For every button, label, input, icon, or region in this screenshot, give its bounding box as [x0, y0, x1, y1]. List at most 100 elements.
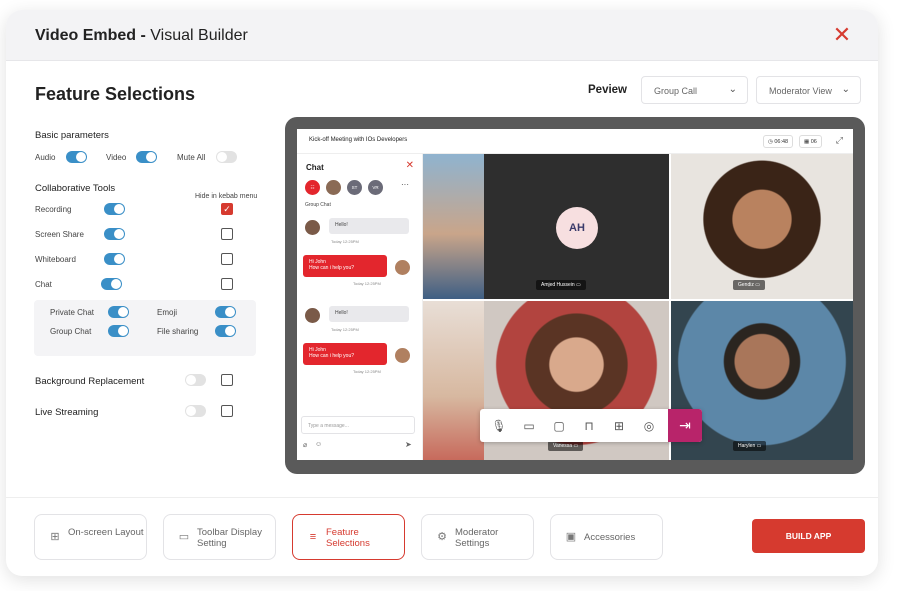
tab-feature-selections[interactable]: ≡ Feature Selections: [292, 514, 405, 560]
tab-accessories[interactable]: ▣ Accessories: [550, 514, 663, 560]
fullscreen-icon[interactable]: ⤢: [836, 135, 843, 146]
recording-hide-checkbox[interactable]: ✓: [221, 203, 233, 215]
timer-badge: ◷ 06:48: [763, 135, 794, 148]
file-sharing-label: File sharing: [157, 327, 199, 336]
participant-name: Vanessa ▭: [548, 441, 584, 451]
message-time: Today 12:25PM: [331, 239, 359, 244]
group-chat-toggle[interactable]: [108, 325, 129, 337]
more-icon[interactable]: ···: [401, 180, 409, 189]
chat-title: Chat: [306, 163, 324, 172]
recording-toggle[interactable]: [104, 203, 125, 215]
emoji-toggle[interactable]: [215, 306, 236, 318]
view-dropdown[interactable]: Moderator View ⌄: [756, 76, 861, 104]
mic-icon[interactable]: 🎙: [490, 417, 508, 435]
chat-toggle[interactable]: [101, 278, 122, 290]
chevron-down-icon: ⌄: [728, 84, 737, 95]
live-streaming-checkbox[interactable]: [221, 405, 233, 417]
live-streaming-label: Live Streaming: [35, 407, 99, 418]
lock-icon[interactable]: ⊓: [580, 417, 598, 435]
avatar: [395, 260, 410, 275]
live-streaming-toggle[interactable]: [185, 405, 206, 417]
message-time: Today 12:25PM: [331, 327, 359, 332]
call-control-bar: 🎙 ▭ ▢ ⊓ ⊞ ◎ ⇥: [480, 409, 702, 442]
avatar[interactable]: VR: [368, 180, 383, 195]
preview-label: Peview: [588, 84, 627, 96]
call-type-value: Group Call: [654, 86, 698, 96]
mute-all-label: Mute All: [177, 153, 206, 162]
builder-window: Video Embed - Visual Builder ✕ Feature S…: [6, 10, 878, 576]
whiteboard-icon[interactable]: ⊞: [610, 417, 628, 435]
background-replacement-checkbox[interactable]: [221, 374, 233, 386]
window-header: Video Embed - Visual Builder ✕: [6, 10, 878, 61]
screen-share-toggle[interactable]: [104, 228, 125, 240]
avatar: [305, 308, 320, 323]
close-icon[interactable]: ✕: [832, 24, 852, 46]
chat-message: Hi John How can i help you?: [303, 343, 387, 365]
attach-icon[interactable]: ⌀: [303, 441, 307, 449]
section-title: Feature Selections: [35, 84, 196, 104]
screen-share-hide-checkbox[interactable]: [221, 228, 233, 240]
whiteboard-toggle[interactable]: [104, 253, 125, 265]
emoji-label: Emoji: [157, 308, 178, 317]
video-tile-gendiz: Gendiz ▭: [671, 154, 853, 299]
chevron-down-icon: ⌄: [841, 84, 850, 95]
group-chat-heading: Group Chat: [305, 202, 331, 208]
participant-count: ▦ 06: [799, 135, 822, 148]
call-type-dropdown[interactable]: Group Call ⌄: [641, 76, 748, 104]
participant-name: Gendiz ▭: [733, 280, 765, 290]
tab-on-screen-layout[interactable]: ⊞ On-screen Layout: [34, 514, 147, 560]
chat-panel: Chat ✕ ☷ ST VR ··· Group Chat Hello! Tod…: [297, 154, 423, 460]
background-replacement-label: Background Replacement: [35, 376, 145, 387]
private-chat-label: Private Chat: [50, 308, 95, 317]
group-avatar-icon[interactable]: ☷: [305, 180, 320, 195]
view-value: Moderator View: [769, 86, 832, 96]
camera-icon[interactable]: ▭: [520, 417, 538, 435]
tab-toolbar-display-setting[interactable]: ▭ Toolbar Display Setting: [163, 514, 276, 560]
video-toggle[interactable]: [136, 151, 157, 163]
tab-label: On-screen Layout: [68, 527, 144, 538]
whiteboard-hide-checkbox[interactable]: [221, 253, 233, 265]
record-icon[interactable]: ◎: [640, 417, 658, 435]
close-icon[interactable]: ✕: [406, 160, 414, 171]
avatar[interactable]: ST: [347, 180, 362, 195]
background-replacement-toggle[interactable]: [185, 374, 206, 386]
avatar: [395, 348, 410, 363]
leave-call-icon[interactable]: ⇥: [668, 409, 702, 442]
chat-message: Hi John How can i help you?: [303, 255, 387, 277]
emoji-icon[interactable]: ☺: [315, 441, 322, 448]
tab-moderator-settings[interactable]: ⚙ Moderator Settings: [421, 514, 534, 560]
file-sharing-toggle[interactable]: [215, 325, 236, 337]
avatar: AH: [556, 207, 598, 249]
chat-message: Hello!: [329, 306, 409, 322]
avatar[interactable]: [326, 180, 341, 195]
send-icon[interactable]: ➤: [405, 440, 412, 449]
list-check-icon: ≡: [309, 531, 317, 543]
tab-label: Toolbar Display Setting: [197, 527, 262, 549]
avatar: [305, 220, 320, 235]
private-chat-toggle[interactable]: [108, 306, 129, 318]
participant-name: Amjed Hussein ▭: [536, 280, 586, 290]
audio-toggle[interactable]: [66, 151, 87, 163]
screen-share-label: Screen Share: [35, 230, 84, 239]
message-time: Today 12:25PM: [353, 281, 381, 286]
chat-hide-checkbox[interactable]: [221, 278, 233, 290]
preview-device: Kick-off Meeting with IOs Developers ◷ 0…: [285, 117, 865, 474]
screen-share-icon[interactable]: ▢: [550, 417, 568, 435]
chat-message-input[interactable]: Type a message...: [301, 416, 415, 434]
recording-label: Recording: [35, 205, 72, 214]
meeting-screen: Kick-off Meeting with IOs Developers ◷ 0…: [297, 129, 853, 460]
build-app-button[interactable]: BUILD APP: [752, 519, 865, 553]
video-tile-partial-top: [423, 154, 484, 299]
grid-icon: ⊞: [50, 531, 60, 543]
accessories-icon: ▣: [565, 531, 577, 543]
footer-divider: [6, 497, 878, 498]
chat-label: Chat: [35, 280, 52, 289]
mute-all-toggle[interactable]: [216, 151, 237, 163]
basic-params-title: Basic parameters: [35, 130, 109, 141]
video-tile-partial-bottom: [423, 301, 484, 460]
chat-message: Hello!: [329, 218, 409, 234]
meeting-title: Kick-off Meeting with IOs Developers: [309, 137, 408, 143]
hide-kebab-label: Hide in kebab menu: [195, 193, 258, 200]
collab-tools-title: Collaborative Tools: [35, 183, 116, 194]
group-chat-label: Group Chat: [50, 327, 92, 336]
